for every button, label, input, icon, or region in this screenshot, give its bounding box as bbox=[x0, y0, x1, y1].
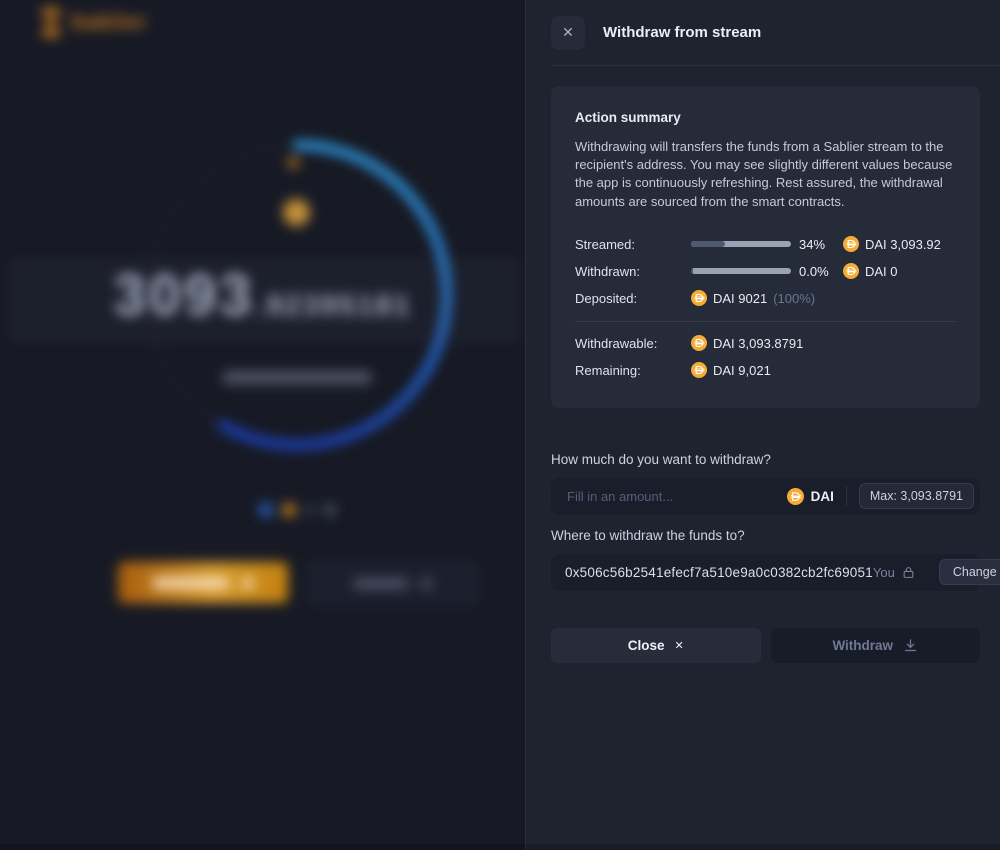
blurred-icon bbox=[421, 578, 432, 589]
summary-divider bbox=[575, 321, 956, 322]
deposited-amount: DAI 9021 (100%) bbox=[691, 290, 815, 306]
amount-fraction: .92395181 bbox=[256, 290, 411, 323]
status-dot-grey2 bbox=[324, 504, 336, 516]
streamed-progress-bar bbox=[691, 241, 791, 247]
download-icon bbox=[903, 638, 918, 653]
background-secondary-button bbox=[307, 562, 478, 605]
lock-icon bbox=[902, 566, 915, 579]
token-symbol: DAI bbox=[811, 489, 834, 504]
input-divider bbox=[846, 486, 847, 506]
modal-header: ✕ Withdraw from stream bbox=[551, 0, 1000, 66]
remaining-row: Remaining: DAI 9,021 bbox=[575, 357, 956, 384]
deposited-label: Deposited: bbox=[575, 291, 691, 306]
deposited-row: Deposited: DAI 9021 (100%) bbox=[575, 285, 956, 312]
blurred-label bbox=[353, 579, 409, 588]
withdrawn-label: Withdrawn: bbox=[575, 264, 691, 279]
recipient-question-label: Where to withdraw the funds to? bbox=[551, 528, 980, 543]
deposited-percent-note: (100%) bbox=[773, 291, 815, 306]
amount-integer: 3093 bbox=[113, 262, 254, 329]
remaining-label: Remaining: bbox=[575, 363, 691, 378]
dai-coin-icon bbox=[691, 335, 707, 351]
dai-coin-icon bbox=[691, 290, 707, 306]
streamed-amount-display: 3093 .92395181 bbox=[0, 262, 525, 329]
status-dot-orange bbox=[282, 503, 296, 517]
close-icon: ✕ bbox=[562, 24, 574, 41]
you-badge: You bbox=[873, 565, 915, 580]
withdraw-modal: ✕ Withdraw from stream Action summary Wi… bbox=[525, 0, 1000, 850]
hourglass-icon bbox=[42, 8, 60, 37]
streamed-label: Streamed: bbox=[575, 237, 691, 252]
amount-question-label: How much do you want to withdraw? bbox=[551, 452, 980, 467]
close-modal-button[interactable]: ✕ bbox=[551, 16, 585, 50]
recipient-address: 0x506c56b2541efecf7a510e9a0c0382cb2fc690… bbox=[565, 565, 873, 580]
sablier-logo: Sablier bbox=[42, 8, 147, 37]
amount-input-row: DAI Max: 3,093.8791 bbox=[551, 478, 980, 515]
withdrawn-percent: 0.0% bbox=[799, 264, 835, 279]
close-icon: ✕ bbox=[675, 639, 684, 652]
change-address-button[interactable]: Change bbox=[939, 559, 1000, 585]
streamed-amount: DAI 3,093.92 bbox=[843, 236, 941, 252]
amount-caption-blurred bbox=[222, 371, 372, 384]
blurred-label bbox=[152, 578, 230, 588]
status-dot-blue bbox=[259, 503, 273, 517]
amount-input[interactable] bbox=[565, 488, 787, 505]
dai-token-icon bbox=[283, 199, 310, 226]
streamed-row: Streamed: 34% DAI 3,093.92 bbox=[575, 231, 956, 258]
bottom-edge-strip bbox=[0, 844, 1000, 850]
streamed-percent: 34% bbox=[799, 237, 835, 252]
withdrawn-row: Withdrawn: 0.0% DAI 0 bbox=[575, 258, 956, 285]
status-dot-grey bbox=[305, 505, 315, 515]
withdrawable-label: Withdrawable: bbox=[575, 336, 691, 351]
close-button[interactable]: Close ✕ bbox=[551, 628, 761, 663]
max-button[interactable]: Max: 3,093.8791 bbox=[859, 483, 974, 509]
dai-coin-icon bbox=[843, 236, 859, 252]
withdraw-button[interactable]: Withdraw bbox=[771, 628, 981, 663]
action-summary-heading: Action summary bbox=[575, 110, 956, 125]
stream-status-dots bbox=[0, 503, 595, 517]
modal-title: Withdraw from stream bbox=[603, 24, 761, 41]
withdrawable-row: Withdrawable: DAI 3,093.8791 bbox=[575, 330, 956, 357]
blurred-icon bbox=[242, 577, 254, 589]
modal-footer: Close ✕ Withdraw bbox=[551, 628, 980, 663]
app-screen: Sablier 3093 .92395181 bbox=[0, 0, 1000, 850]
withdrawn-amount: DAI 0 bbox=[843, 263, 898, 279]
dai-coin-icon bbox=[691, 362, 707, 378]
action-summary-description: Withdrawing will transfers the funds fro… bbox=[575, 138, 956, 211]
withdrawn-progress-bar bbox=[691, 268, 791, 274]
logo-text: Sablier bbox=[70, 11, 147, 35]
blurred-background: Sablier 3093 .92395181 bbox=[0, 0, 525, 850]
remaining-amount: DAI 9,021 bbox=[691, 362, 771, 378]
ring-marker-dot bbox=[288, 157, 299, 168]
withdrawable-amount: DAI 3,093.8791 bbox=[691, 335, 803, 351]
dai-coin-icon bbox=[787, 488, 804, 505]
background-withdraw-button bbox=[118, 562, 288, 603]
action-summary-card: Action summary Withdrawing will transfer… bbox=[551, 86, 980, 408]
recipient-address-row: 0x506c56b2541efecf7a510e9a0c0382cb2fc690… bbox=[551, 554, 980, 591]
dai-coin-icon bbox=[843, 263, 859, 279]
